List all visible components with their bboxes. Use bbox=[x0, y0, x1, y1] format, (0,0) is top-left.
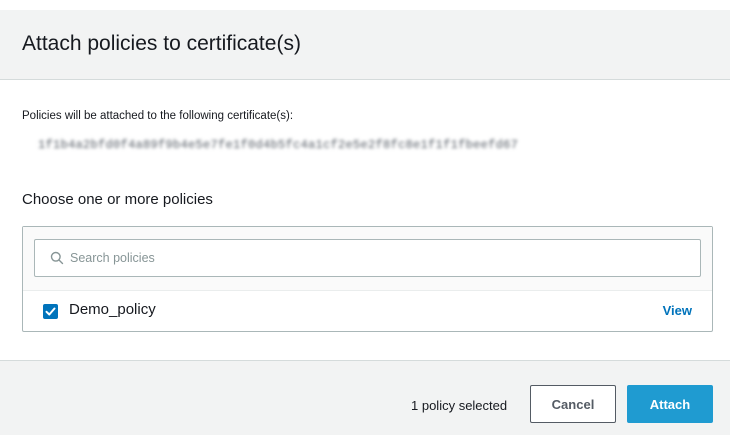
check-icon bbox=[45, 307, 56, 316]
policy-checkbox[interactable] bbox=[43, 304, 58, 319]
modal-body: Policies will be attached to the followi… bbox=[0, 80, 730, 360]
attach-button[interactable]: Attach bbox=[627, 385, 713, 423]
cancel-button[interactable]: Cancel bbox=[530, 385, 616, 423]
view-policy-link[interactable]: View bbox=[663, 303, 692, 318]
search-icon bbox=[50, 251, 64, 265]
search-input[interactable] bbox=[70, 240, 690, 276]
policy-selector: Demo_policy View bbox=[22, 226, 713, 332]
selected-count: 1 policy selected bbox=[411, 398, 508, 413]
certificate-id: 1f1b4a2bfd0f4a89f9b4e5e7fe1f0d4b5fc4a1cf… bbox=[38, 138, 519, 152]
modal-footer: 1 policy selected Cancel Attach bbox=[0, 360, 730, 435]
policy-name: Demo_policy bbox=[69, 301, 156, 318]
modal-title: Attach policies to certificate(s) bbox=[22, 32, 301, 55]
choose-policies-label: Choose one or more policies bbox=[22, 191, 213, 208]
info-text: Policies will be attached to the followi… bbox=[22, 110, 294, 122]
modal-header: Attach policies to certificate(s) bbox=[0, 10, 730, 80]
search-field[interactable] bbox=[34, 239, 701, 277]
attach-policies-modal: Attach policies to certificate(s) Polici… bbox=[0, 0, 730, 435]
search-section bbox=[23, 227, 712, 291]
policy-row[interactable]: Demo_policy View bbox=[23, 291, 712, 331]
